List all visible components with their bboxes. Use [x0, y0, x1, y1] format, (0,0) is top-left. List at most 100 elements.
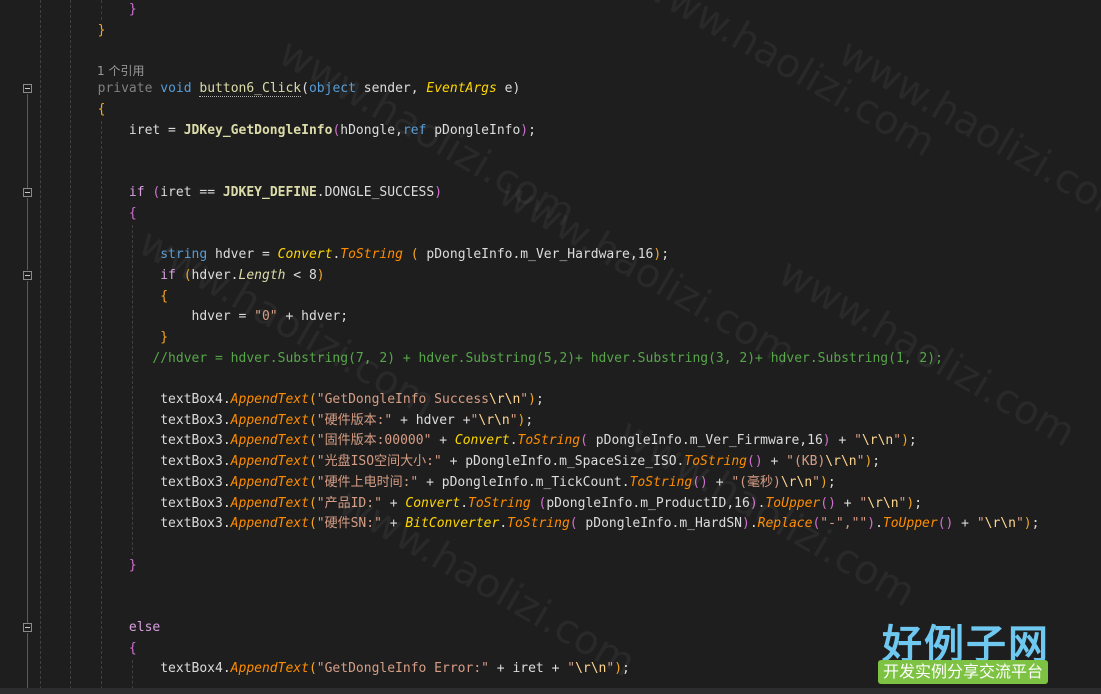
- code-token: ): [1023, 516, 1032, 531]
- code-line[interactable]: hdver = "0" + hdver;: [35, 307, 349, 327]
- code-token: e): [496, 81, 521, 96]
- code-token: ): [434, 185, 443, 200]
- logo-subtitle: 开发实例分享交流平台: [878, 660, 1049, 684]
- code-line[interactable]: textBox3.AppendText("光盘ISO空间大小:" + pDong…: [35, 452, 880, 472]
- code-token: textBox3.: [35, 454, 231, 469]
- code-token: ;: [827, 475, 836, 490]
- code-line[interactable]: if (hdver.Length < 8): [35, 266, 324, 286]
- code-token: AppendText: [230, 516, 309, 531]
- code-line[interactable]: }: [35, 328, 168, 348]
- code-token: pDongleInfo: [426, 123, 521, 138]
- code-token: Convert: [277, 247, 333, 262]
- code-line[interactable]: textBox3.AppendText("硬件版本:" + hdver + "\r…: [35, 411, 533, 431]
- collapse-if-block-icon[interactable]: [23, 188, 32, 197]
- code-line[interactable]: {: [35, 100, 106, 120]
- code-token: (: [301, 81, 309, 96]
- code-line[interactable]: textBox3.AppendText("硬件上电时间:" + pDongleI…: [35, 473, 836, 493]
- code-token: else: [128, 620, 161, 635]
- collapse-method-icon[interactable]: [23, 84, 32, 93]
- code-token: "光盘ISO空间大小:": [316, 454, 442, 469]
- code-token: //hdver = hdver.Substring(7, 2) + hdver.…: [152, 351, 943, 366]
- code-token: hDongle,: [340, 123, 403, 138]
- code-token: (: [183, 268, 192, 283]
- fold-line: [27, 94, 28, 188]
- code-token: +: [381, 496, 406, 511]
- code-line[interactable]: textBox3.AppendText("产品ID:" + Convert.To…: [35, 494, 922, 514]
- code-line[interactable]: }: [35, 21, 106, 41]
- code-token: \r\n: [575, 661, 607, 676]
- code-line[interactable]: {: [35, 204, 137, 224]
- code-token: (): [692, 475, 708, 490]
- code-token: string: [160, 247, 208, 262]
- code-token: .: [509, 433, 518, 448]
- code-line[interactable]: {: [35, 287, 168, 307]
- code-token: \r\n: [488, 392, 521, 407]
- code-line[interactable]: else: [35, 618, 160, 638]
- code-token: "GetDongleInfo Success: [316, 392, 489, 407]
- code-line[interactable]: private void button6_Click(object sender…: [35, 79, 520, 99]
- code-token: textBox4.: [35, 661, 231, 676]
- code-token: \r\n: [984, 516, 1016, 531]
- code-line[interactable]: textBox3.AppendText("固件版本:00000" + Conve…: [35, 431, 917, 451]
- code-token: object: [308, 81, 356, 96]
- code-token: (: [308, 516, 317, 531]
- code-token: ": [812, 475, 820, 490]
- code-line[interactable]: {: [35, 639, 137, 659]
- code-token: +: [953, 516, 977, 531]
- code-token: (): [747, 454, 763, 469]
- code-line[interactable]: }: [35, 0, 137, 20]
- code-token: "固件版本:00000": [316, 433, 432, 448]
- code-token: "(毫秒): [731, 475, 781, 490]
- code-token: void: [160, 81, 192, 96]
- code-token: "(KB): [786, 454, 826, 469]
- code-token: textBox3.: [35, 496, 231, 511]
- code-token: ;: [525, 413, 534, 428]
- code-line[interactable]: string hdver = Convert.ToString ( pDongl…: [35, 245, 669, 265]
- code-token: (): [937, 516, 954, 531]
- code-token: \r\n: [478, 413, 510, 428]
- code-token: .: [460, 496, 469, 511]
- code-token: JDKEY_DEFINE: [222, 185, 317, 200]
- code-token: button6_Click: [199, 81, 302, 97]
- code-token: textBox3.: [35, 433, 231, 448]
- code-line[interactable]: }: [35, 556, 137, 576]
- codelens-references[interactable]: 1 个引用: [97, 62, 144, 80]
- code-token: "产品ID:": [316, 496, 382, 511]
- collapse-inner-if-icon[interactable]: [23, 271, 32, 280]
- code-token: + hdver;: [277, 309, 349, 324]
- code-token: (: [308, 413, 317, 428]
- code-line[interactable]: if (iret == JDKEY_DEFINE.DONGLE_SUCCESS): [35, 183, 442, 203]
- code-token: ;: [622, 661, 630, 676]
- code-token: ToUpper: [765, 496, 821, 511]
- code-editor[interactable]: 1 个引用 } } private void button6_Click(obj…: [0, 0, 1101, 694]
- code-token: }: [97, 23, 106, 38]
- code-token: AppendText: [230, 454, 309, 469]
- code-token: pDongleInfo.m_HardSN: [577, 516, 742, 531]
- code-line[interactable]: textBox4.AppendText("GetDongleInfo Error…: [35, 659, 630, 679]
- code-token: ;: [535, 392, 544, 407]
- fold-line: [27, 633, 28, 694]
- code-token: hdver.: [191, 268, 239, 283]
- code-token: .: [499, 516, 508, 531]
- code-token: ": [893, 433, 902, 448]
- code-token: (: [308, 475, 317, 490]
- code-token: "硬件SN:": [316, 516, 382, 531]
- code-line[interactable]: //hdver = hdver.Substring(7, 2) + hdver.…: [35, 349, 943, 369]
- code-token: ": [976, 516, 985, 531]
- code-line[interactable]: iret = JDKey_GetDongleInfo(hDongle,ref p…: [35, 121, 536, 141]
- site-logo: 好例子网 开发实例分享交流平台: [878, 612, 1064, 686]
- code-token: (: [569, 516, 578, 531]
- code-token: textBox3.: [35, 475, 231, 490]
- code-token: pDongleInfo.m_Ver_Hardware,16: [418, 247, 654, 262]
- code-token: "GetDongleInfo Error:": [316, 661, 489, 676]
- code-token: {: [160, 289, 169, 304]
- code-token: {: [128, 641, 137, 656]
- code-line[interactable]: textBox4.AppendText("GetDongleInfo Succe…: [35, 390, 544, 410]
- collapse-else-block-icon[interactable]: [23, 623, 32, 632]
- code-token: ;: [1031, 516, 1040, 531]
- code-line[interactable]: textBox3.AppendText("硬件SN:" + BitConvert…: [35, 514, 1039, 534]
